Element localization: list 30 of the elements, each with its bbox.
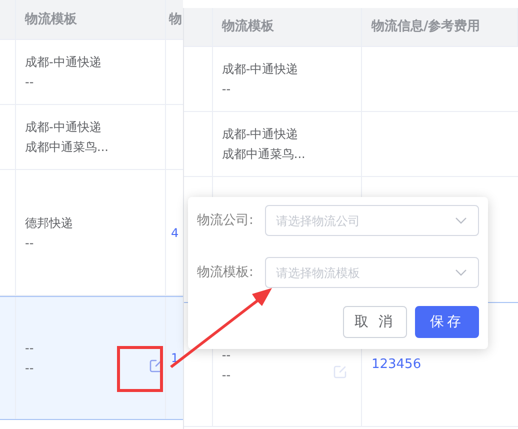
cancel-button[interactable]: 取 消 [343, 306, 407, 338]
cell-text: -- [222, 81, 231, 98]
cell-text: -- [25, 340, 34, 357]
cell-text: 成都-中通快递 [222, 126, 298, 143]
select-field[interactable]: 请选择物流模板 [265, 257, 479, 288]
link-text: 123456 [371, 356, 422, 374]
cell-text: 成都-中通快递 [25, 119, 102, 136]
cell-text: 成都中通菜鸟... [222, 146, 306, 163]
save-button[interactable]: 保存 [415, 306, 479, 338]
cell-text: -- [25, 360, 34, 377]
field-label: 物流模板: [197, 264, 254, 282]
select-field[interactable]: 请选择物流公司 [265, 205, 479, 236]
chevron-down-icon [455, 217, 467, 225]
column-header: 物流模板 [25, 10, 77, 29]
field-label: 物流公司: [197, 212, 254, 230]
cell-text: 德邦快递 [25, 214, 73, 232]
edit-icon[interactable] [149, 359, 163, 373]
cell-text: 成都-中通快递 [25, 54, 102, 71]
column-header: 物 [169, 10, 182, 29]
cell-text: -- [222, 366, 231, 384]
highlight-frame [117, 346, 163, 392]
cell-text: -- [25, 234, 34, 252]
column-header: 物流模板 [222, 18, 274, 36]
cell-text: -- [25, 74, 34, 91]
cell-text: 成都中通菜鸟... [25, 139, 108, 156]
cell-text: 成都-中通快递 [222, 61, 298, 78]
link-text: 4 [171, 224, 179, 242]
chevron-down-icon [455, 269, 467, 277]
column-header: 物流信息/参考费用 [371, 18, 480, 36]
cell-text: -- [222, 346, 231, 364]
